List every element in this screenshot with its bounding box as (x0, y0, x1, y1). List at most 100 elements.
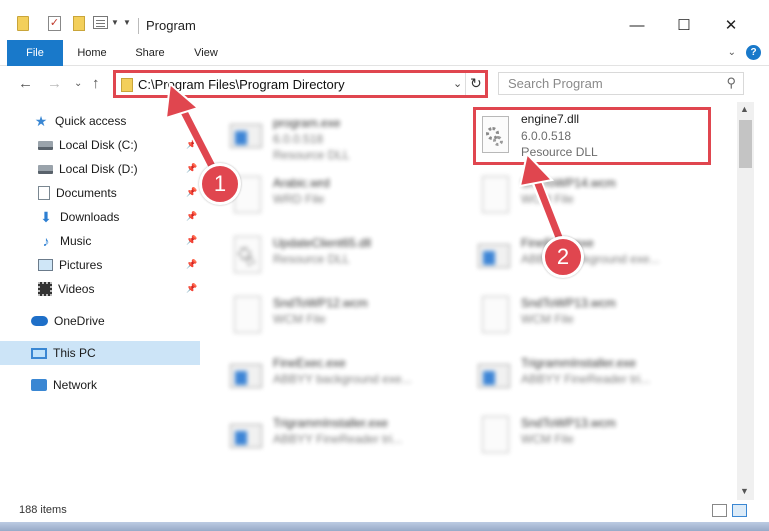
status-bar: 188 items (0, 500, 769, 522)
customize-icon[interactable] (93, 16, 108, 29)
star-icon: ★ (34, 113, 48, 129)
tiles-view-icon[interactable] (732, 504, 747, 517)
item-count: 188 items (19, 504, 67, 516)
chevron-down-icon[interactable]: ▼ (111, 18, 119, 27)
sidebar-item-this-pc[interactable]: This PC (0, 341, 200, 365)
sidebar-item-label: Pictures (59, 258, 103, 272)
search-box[interactable]: ⚲ (498, 72, 744, 95)
pin-icon[interactable]: 📌 (186, 139, 197, 150)
file-item[interactable]: SndToWP13.wcm WCM File (455, 408, 695, 462)
documents-icon (38, 186, 50, 200)
address-dropdown-button[interactable]: ⌄ (453, 77, 462, 90)
pin-icon[interactable]: 📌 (186, 187, 197, 198)
tab-file[interactable]: File (7, 40, 63, 66)
file-item[interactable]: Arabic.wrd WRD File (207, 168, 447, 222)
file-item[interactable]: UpdateClient65.dll Resource DLL (207, 228, 447, 282)
file-item[interactable]: SndToWP13.wcm WCM File (455, 288, 695, 342)
network-icon (31, 379, 47, 391)
address-path[interactable]: C:\Program Files\Program Directory (138, 77, 345, 92)
sidebar-item-label: Downloads (60, 210, 120, 224)
file-item[interactable]: FineExec.exe ABBYY background exe... (207, 348, 447, 402)
file-name: program.exe (273, 116, 341, 130)
file-name: SndToWP12.wcm (273, 296, 368, 310)
sidebar-item-videos[interactable]: Videos 📌 (0, 277, 200, 301)
tab-view[interactable]: View (183, 40, 229, 66)
file-icon (478, 416, 512, 454)
search-icon[interactable]: ⚲ (726, 75, 736, 91)
sidebar-item-network[interactable]: Network (0, 373, 200, 397)
refresh-button[interactable]: ↻ (470, 75, 482, 92)
new-folder-icon[interactable] (73, 16, 85, 31)
up-button[interactable]: ↑ (92, 75, 100, 92)
file-type: Resource DLL (521, 145, 598, 159)
file-list: program.exe 6.0.0.518 Resource DLL engin… (207, 102, 737, 500)
file-item[interactable]: TrigrammInstaller.exe ABBYY FineReader t… (455, 348, 695, 402)
file-type: WCM File (521, 192, 574, 206)
sidebar-item-label: Quick access (55, 114, 127, 128)
details-view-icon[interactable] (712, 504, 727, 517)
sidebar-item-pictures[interactable]: Pictures 📌 (0, 253, 200, 277)
file-item-engine7-dll[interactable]: engine7.dll 6.0.0.518 Resource DLL (455, 108, 695, 162)
address-bar[interactable]: C:\Program Files\Program Directory ⌄ ↻ (113, 70, 488, 98)
file-icon (478, 176, 512, 214)
search-input[interactable] (499, 73, 719, 94)
sidebar-item-label: Videos (58, 282, 95, 296)
pin-icon[interactable]: 📌 (186, 283, 197, 294)
file-icon (230, 296, 264, 334)
exe-file-icon (230, 356, 264, 394)
file-item[interactable]: TrigrammInstaller.exe ABBYY FineReader t… (207, 408, 447, 462)
vertical-scrollbar[interactable]: ▲ ▼ (737, 102, 754, 500)
close-button[interactable]: ✕ (708, 12, 754, 40)
cloud-icon (31, 316, 48, 326)
pin-icon[interactable]: 📌 (186, 259, 197, 270)
expand-ribbon-icon[interactable]: ⌄ (728, 47, 736, 58)
pin-icon[interactable]: 📌 (186, 211, 197, 222)
file-icon (478, 296, 512, 334)
sidebar-item-label: Music (60, 234, 92, 248)
sidebar-item-label: Documents (56, 186, 117, 200)
sidebar-item-label: Local Disk (D:) (59, 162, 138, 176)
sidebar-item-quick-access[interactable]: ★ Quick access (0, 109, 200, 133)
tab-home[interactable]: Home (69, 40, 115, 66)
help-icon[interactable]: ? (746, 45, 761, 60)
sidebar-item-label: This PC (53, 346, 96, 360)
file-item[interactable]: SndToWP14.wcm WCM File (455, 168, 695, 222)
scroll-down-icon[interactable]: ▼ (740, 486, 749, 496)
folder-icon (121, 78, 133, 92)
scrollbar-thumb[interactable] (739, 120, 752, 168)
dll-file-icon (478, 116, 512, 154)
sidebar-item-documents[interactable]: Documents 📌 (0, 181, 200, 205)
properties-check-icon[interactable]: ✓ (48, 16, 61, 31)
sidebar-item-music[interactable]: ♪ Music 📌 (0, 229, 200, 253)
desktop-taskbar-strip (0, 522, 769, 531)
film-strip-icon (38, 282, 52, 296)
scroll-up-icon[interactable]: ▲ (740, 104, 749, 114)
recent-locations-button[interactable]: ⌄ (74, 78, 82, 89)
sidebar-item-onedrive[interactable]: OneDrive (0, 309, 200, 333)
computer-icon (31, 347, 47, 359)
file-type: Resource DLL (273, 252, 350, 266)
pin-icon[interactable]: 📌 (186, 163, 197, 174)
tab-share[interactable]: Share (127, 40, 173, 66)
forward-button[interactable]: → (47, 75, 62, 92)
file-name: TrigrammInstaller.exe (273, 416, 388, 430)
download-arrow-icon: ⬇ (40, 209, 52, 225)
ribbon-controls: ⌄ ? (728, 45, 761, 60)
title-separator (138, 18, 139, 34)
quick-access-toolbar-dropdown-icon[interactable]: ▼ (123, 18, 131, 27)
exe-file-icon (230, 416, 264, 454)
exe-file-icon (478, 356, 512, 394)
file-item[interactable]: SndToWP12.wcm WCM File (207, 288, 447, 342)
drive-icon (38, 164, 53, 174)
sidebar-item-downloads[interactable]: ⬇ Downloads 📌 (0, 205, 200, 229)
sidebar-item-label: Network (53, 378, 98, 392)
file-item[interactable]: program.exe 6.0.0.518 Resource DLL (207, 108, 447, 162)
minimize-button[interactable]: — (614, 12, 660, 40)
music-note-icon: ♪ (42, 233, 50, 249)
file-type: ABBYY FineReader tri... (273, 432, 403, 446)
pin-icon[interactable]: 📌 (186, 235, 197, 246)
maximize-button[interactable]: ☐ (661, 12, 707, 40)
sidebar-item-local-disk-d[interactable]: Local Disk (D:) 📌 (0, 157, 200, 181)
sidebar-item-local-disk-c[interactable]: Local Disk (C:) 📌 (0, 133, 200, 157)
back-button[interactable]: ← (18, 75, 33, 92)
